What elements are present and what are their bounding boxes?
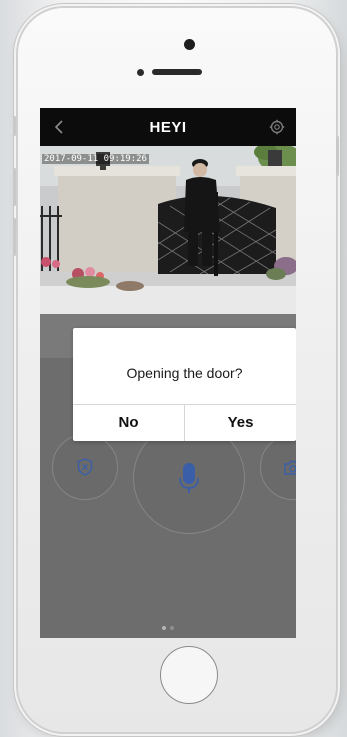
page-dot-active bbox=[162, 626, 166, 630]
front-camera bbox=[184, 39, 195, 50]
mute-switch bbox=[13, 116, 16, 136]
shield-icon bbox=[77, 458, 93, 476]
video-timestamp: 2017-09-11 09:19:26 bbox=[42, 154, 149, 164]
power-button bbox=[336, 136, 339, 176]
camera-icon bbox=[284, 460, 296, 475]
page-indicator bbox=[40, 626, 296, 630]
gear-icon bbox=[269, 119, 285, 135]
proximity-sensor bbox=[137, 69, 144, 76]
page-dot bbox=[170, 626, 174, 630]
settings-button[interactable] bbox=[268, 118, 286, 136]
app-header: HEYI bbox=[40, 108, 296, 146]
page-title: HEYI bbox=[149, 119, 187, 136]
home-button[interactable] bbox=[160, 646, 218, 704]
microphone-icon bbox=[179, 463, 199, 493]
dialog-message: Opening the door? bbox=[126, 365, 243, 381]
yes-button[interactable]: Yes bbox=[185, 405, 296, 441]
snapshot-button[interactable] bbox=[260, 434, 296, 500]
open-door-dialog: Opening the door? No Yes bbox=[73, 328, 296, 441]
earpiece-speaker bbox=[152, 69, 202, 75]
unlock-button[interactable] bbox=[52, 434, 118, 500]
phone-screen: HEYI 2017-09-11 09:19:26 Opening the doo… bbox=[40, 108, 296, 638]
doorbell-video-feed: 2017-09-11 09:19:26 bbox=[40, 146, 296, 314]
video-frame-image bbox=[40, 146, 296, 314]
volume-up-button bbox=[13, 168, 16, 206]
volume-down-button bbox=[13, 218, 16, 256]
no-button[interactable]: No bbox=[73, 405, 184, 441]
